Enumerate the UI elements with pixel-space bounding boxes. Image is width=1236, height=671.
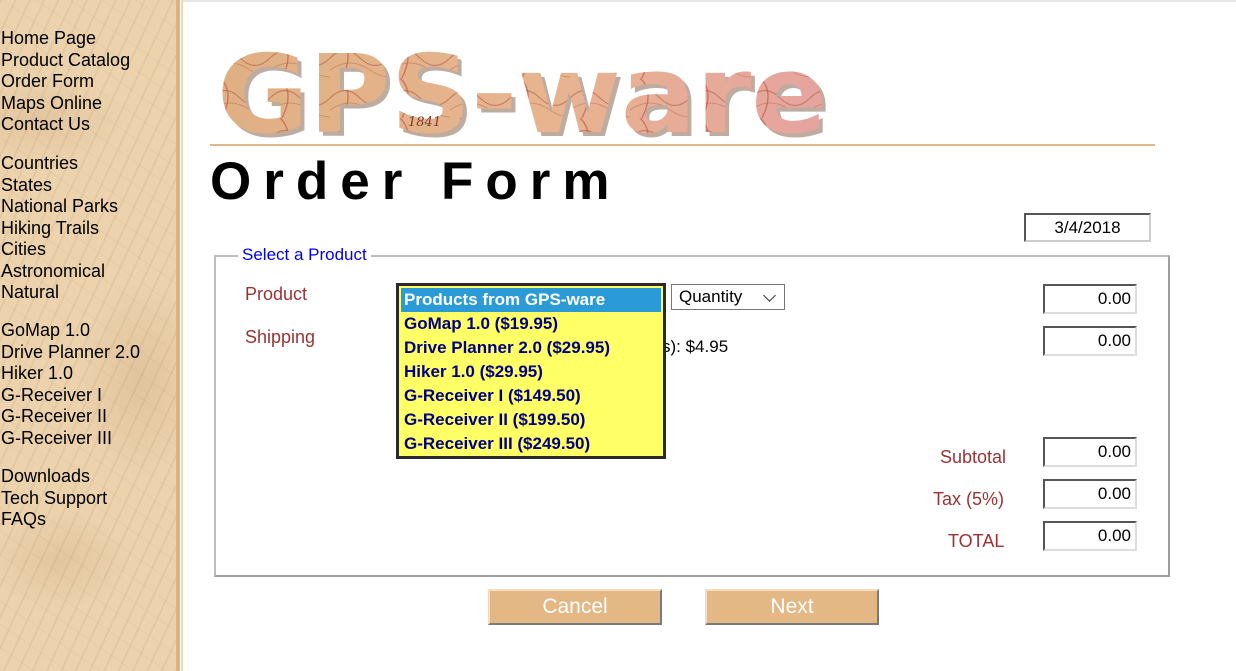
page-title: Order Form xyxy=(210,152,622,211)
next-button[interactable]: Next xyxy=(705,589,879,625)
nav-group-site: Home Page Product Catalog Order Form Map… xyxy=(1,28,130,136)
shipping-cost-field[interactable]: 0.00 xyxy=(1043,326,1137,356)
logo-rule xyxy=(210,144,1155,146)
nav-link-product-catalog[interactable]: Product Catalog xyxy=(1,50,130,72)
nav-group-support: Downloads Tech Support FAQs xyxy=(1,466,107,531)
subtotal-label: Subtotal xyxy=(940,447,1007,467)
total-field[interactable]: 0.00 xyxy=(1043,521,1137,551)
total-label: TOTAL xyxy=(948,531,1005,551)
quantity-select[interactable]: Quantity xyxy=(671,284,785,310)
top-border xyxy=(183,0,1236,2)
logo-year: 1841 xyxy=(408,115,441,130)
logo-topo-overlay: GPS-ware xyxy=(217,38,827,146)
nav-link-maps-online[interactable]: Maps Online xyxy=(1,93,130,115)
nav-link-natural[interactable]: Natural xyxy=(1,282,118,304)
nav-link-contact-us[interactable]: Contact Us xyxy=(1,114,130,136)
quantity-select-value: Quantity xyxy=(679,287,743,306)
nav-link-faqs[interactable]: FAQs xyxy=(1,509,107,531)
nav-link-tech-support[interactable]: Tech Support xyxy=(1,488,107,510)
product-option[interactable]: G-Receiver II ($199.50) xyxy=(399,408,663,432)
subtotal-field[interactable]: 0.00 xyxy=(1043,437,1137,467)
cancel-button[interactable]: Cancel xyxy=(488,589,662,625)
nav-link-hiker[interactable]: Hiker 1.0 xyxy=(1,363,140,385)
nav-link-national-parks[interactable]: National Parks xyxy=(1,196,118,218)
nav-link-order-form[interactable]: Order Form xyxy=(1,71,130,93)
nav-link-astronomical[interactable]: Astronomical xyxy=(1,261,118,283)
nav-link-g-receiver-3[interactable]: G-Receiver III xyxy=(1,428,140,450)
product-option[interactable]: G-Receiver I ($149.50) xyxy=(399,384,663,408)
nav-link-home-page[interactable]: Home Page xyxy=(1,28,130,50)
nav-link-g-receiver-2[interactable]: G-Receiver II xyxy=(1,406,140,428)
sidebar-divider xyxy=(176,0,180,671)
nav-group-maps: Countries States National Parks Hiking T… xyxy=(1,153,118,304)
product-select-list[interactable]: Products from GPS-ware GoMap 1.0 ($19.95… xyxy=(396,283,666,459)
product-option[interactable]: Drive Planner 2.0 ($29.95) xyxy=(399,336,663,360)
fieldset-legend: Select a Product xyxy=(238,245,371,265)
nav-link-cities[interactable]: Cities xyxy=(1,239,118,261)
nav-link-g-receiver-1[interactable]: G-Receiver I xyxy=(1,385,140,407)
date-field[interactable]: 3/4/2018 xyxy=(1024,213,1151,242)
product-cost-field[interactable]: 0.00 xyxy=(1043,284,1137,314)
tax-field[interactable]: 0.00 xyxy=(1043,479,1137,509)
product-label: Product xyxy=(245,284,308,304)
sidebar: Home Page Product Catalog Order Form Map… xyxy=(0,0,176,671)
nav-link-downloads[interactable]: Downloads xyxy=(1,466,107,488)
nav-link-hiking-trails[interactable]: Hiking Trails xyxy=(1,218,118,240)
product-option[interactable]: Hiker 1.0 ($29.95) xyxy=(399,360,663,384)
nav-link-gomap[interactable]: GoMap 1.0 xyxy=(1,320,140,342)
tax-label: Tax (5%) xyxy=(933,489,1005,509)
shipping-option-text: s): $4.95 xyxy=(662,337,729,356)
nav-group-products: GoMap 1.0 Drive Planner 2.0 Hiker 1.0 G-… xyxy=(1,320,140,449)
nav-link-drive-planner[interactable]: Drive Planner 2.0 xyxy=(1,342,140,364)
gps-ware-logo: GPS-ware GPS-ware GPS-ware 1841 xyxy=(217,38,831,146)
chevron-down-icon xyxy=(763,289,776,302)
sidebar-divider-highlight xyxy=(181,0,183,671)
shipping-label: Shipping xyxy=(245,327,316,347)
product-option[interactable]: Products from GPS-ware xyxy=(401,288,661,312)
product-option[interactable]: G-Receiver III ($249.50) xyxy=(399,432,663,456)
nav-link-countries[interactable]: Countries xyxy=(1,153,118,175)
product-option[interactable]: GoMap 1.0 ($19.95) xyxy=(399,312,663,336)
nav-link-states[interactable]: States xyxy=(1,175,118,197)
